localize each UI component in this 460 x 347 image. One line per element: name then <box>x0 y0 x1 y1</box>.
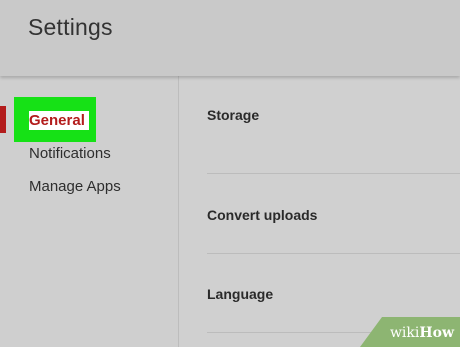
settings-sidebar: General Notifications Manage Apps <box>0 76 179 347</box>
page-title: Settings <box>28 14 113 40</box>
sidebar-item-general[interactable]: General <box>29 111 89 130</box>
divider <box>207 253 460 254</box>
watermark-prefix: wiki <box>389 325 420 341</box>
watermark-suffix: How <box>419 325 454 341</box>
sidebar-item-manage-apps[interactable]: Manage Apps <box>29 178 121 195</box>
divider <box>207 173 460 174</box>
section-convert-uploads[interactable]: Convert uploads <box>207 207 317 223</box>
active-item-marker <box>0 106 6 133</box>
settings-content: Storage Convert uploads Language <box>179 76 460 347</box>
wikihow-logo: wikiHow <box>390 325 454 341</box>
sidebar-item-notifications[interactable]: Notifications <box>29 145 111 162</box>
app-header: Settings <box>0 0 460 76</box>
section-language[interactable]: Language <box>207 286 273 302</box>
section-storage[interactable]: Storage <box>207 107 259 123</box>
